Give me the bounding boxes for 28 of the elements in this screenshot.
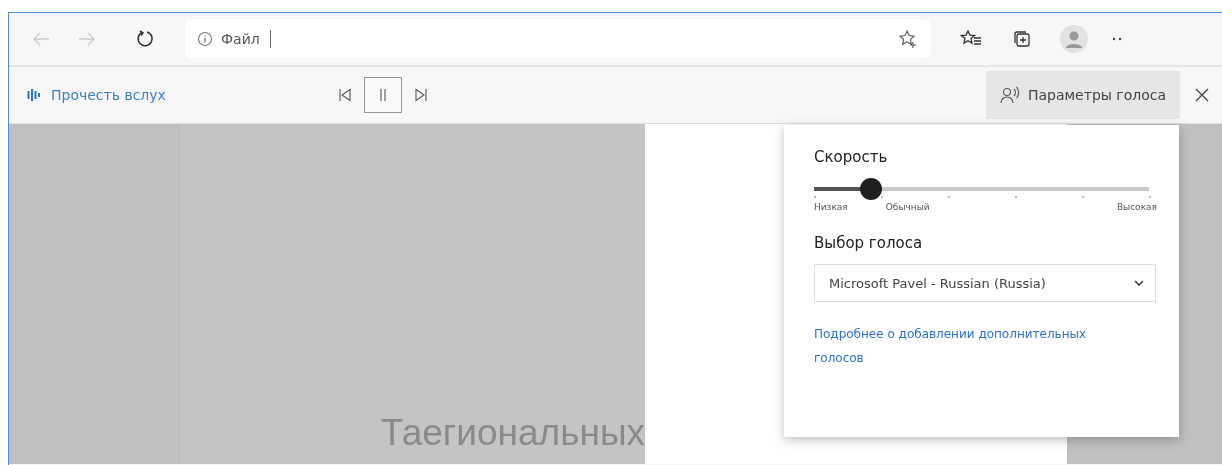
- previous-icon[interactable]: [338, 88, 352, 102]
- close-icon[interactable]: [1194, 87, 1210, 103]
- speed-label: Высокая: [1116, 202, 1157, 212]
- address-bar[interactable]: Файл: [185, 20, 930, 58]
- refresh-icon[interactable]: [135, 29, 155, 49]
- profile-icon[interactable]: [1060, 25, 1088, 53]
- pause-icon: [378, 88, 388, 102]
- collections-icon[interactable]: [1012, 29, 1032, 49]
- voice-options-button[interactable]: Параметры голоса: [986, 71, 1180, 119]
- voice-dropdown[interactable]: Microsoft Pavel - Russian (Russia): [814, 264, 1156, 302]
- chevron-down-icon: [1133, 279, 1145, 287]
- speed-label: Низкая: [814, 202, 848, 212]
- more-voices-link[interactable]: Подробнее о добавлении дополнительных голосов: [814, 322, 1124, 370]
- next-icon[interactable]: [414, 88, 428, 102]
- speed-label: Обычный: [885, 202, 930, 212]
- page-text: Таегиональных: [380, 412, 645, 454]
- speed-slider[interactable]: [814, 180, 1149, 198]
- speaking-person-icon: [1000, 86, 1020, 104]
- read-aloud-label: Прочесть вслух: [51, 87, 167, 103]
- address-text: Файл: [221, 31, 260, 47]
- slider-thumb[interactable]: [859, 178, 882, 200]
- pause-button[interactable]: [364, 77, 402, 113]
- info-icon[interactable]: [197, 31, 213, 47]
- add-favorite-icon[interactable]: [898, 29, 918, 49]
- speed-title: Скорость: [814, 148, 888, 166]
- more-icon[interactable]: [1112, 37, 1122, 41]
- sound-wave-icon: [27, 88, 41, 102]
- voice-title: Выбор голоса: [814, 234, 923, 252]
